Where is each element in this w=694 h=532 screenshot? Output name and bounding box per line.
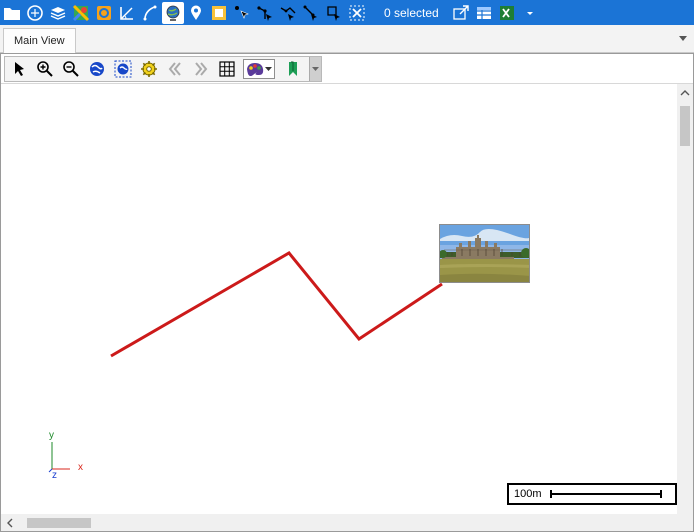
map-canvas[interactable]	[1, 84, 679, 514]
scroll-up-icon[interactable]	[680, 88, 690, 98]
zoom-to-selection-icon[interactable]	[111, 58, 135, 80]
previous-extent-icon[interactable]	[163, 58, 187, 80]
x-axis-label: x	[78, 462, 83, 473]
layer-toggle-icon[interactable]	[93, 2, 115, 24]
pointer-tool-icon[interactable]	[7, 58, 31, 80]
scroll-left-icon[interactable]	[5, 518, 15, 528]
photo-marker[interactable]	[439, 224, 530, 283]
select-line-icon[interactable]	[254, 2, 276, 24]
zoom-out-icon[interactable]	[59, 58, 83, 80]
main-view-panel: y x z 100m	[0, 53, 694, 532]
layers-icon[interactable]	[47, 2, 69, 24]
full-extent-icon[interactable]	[85, 58, 109, 80]
scale-bar-label: 100m	[514, 488, 542, 500]
chevron-down-icon	[265, 67, 272, 71]
overflow-chevron-icon	[312, 67, 319, 71]
more-options-icon[interactable]	[519, 2, 541, 24]
frame-select-icon[interactable]	[208, 2, 230, 24]
globe-view-icon[interactable]	[162, 1, 184, 24]
tab-menu-icon[interactable]	[678, 33, 688, 43]
export-view-icon[interactable]	[450, 2, 472, 24]
vertical-scroll-thumb[interactable]	[680, 106, 690, 146]
grid-icon[interactable]	[215, 58, 239, 80]
select-segment-icon[interactable]	[300, 2, 322, 24]
z-axis-label: z	[52, 470, 57, 481]
horizontal-scrollbar[interactable]	[1, 514, 679, 531]
select-area-icon[interactable]	[323, 2, 345, 24]
toolbar-overflow-button[interactable]	[309, 57, 321, 81]
clear-selection-icon[interactable]	[346, 2, 368, 24]
table-view-icon[interactable]	[473, 2, 495, 24]
map-toolbar	[4, 56, 322, 82]
zoom-in-icon[interactable]	[33, 58, 57, 80]
google-maps-icon[interactable]	[70, 2, 92, 24]
settings-icon[interactable]	[137, 58, 161, 80]
building-photo-thumbnail	[440, 225, 529, 282]
scale-bar-ruler	[549, 490, 662, 498]
tab-strip: Main View	[0, 25, 694, 53]
measure-angle-icon[interactable]	[116, 2, 138, 24]
tab-main-view-label: Main View	[14, 35, 65, 47]
horizontal-scroll-thumb[interactable]	[27, 518, 91, 528]
style-picker-dropdown[interactable]	[243, 59, 275, 79]
excel-export-icon[interactable]	[496, 2, 518, 24]
scale-bar: 100m	[507, 483, 677, 505]
open-workspace-icon[interactable]	[24, 2, 46, 24]
select-points-icon[interactable]	[231, 2, 253, 24]
route-line[interactable]	[110, 251, 443, 358]
vertical-scrollbar[interactable]	[677, 84, 693, 514]
select-polyline-icon[interactable]	[277, 2, 299, 24]
selection-count: 0 selected	[384, 5, 439, 20]
palette-icon	[247, 63, 264, 76]
tab-main-view[interactable]: Main View	[3, 28, 76, 53]
place-marker-icon[interactable]	[185, 2, 207, 24]
measure-distance-icon[interactable]	[139, 2, 161, 24]
main-toolbar: 0 selected	[0, 0, 694, 25]
scrollbar-corner	[677, 514, 693, 531]
open-folder-icon[interactable]	[1, 2, 23, 24]
next-extent-icon[interactable]	[189, 58, 213, 80]
bookmark-icon[interactable]	[281, 58, 305, 80]
y-axis-label: y	[49, 430, 54, 441]
axes-indicator: y x z	[41, 430, 101, 482]
